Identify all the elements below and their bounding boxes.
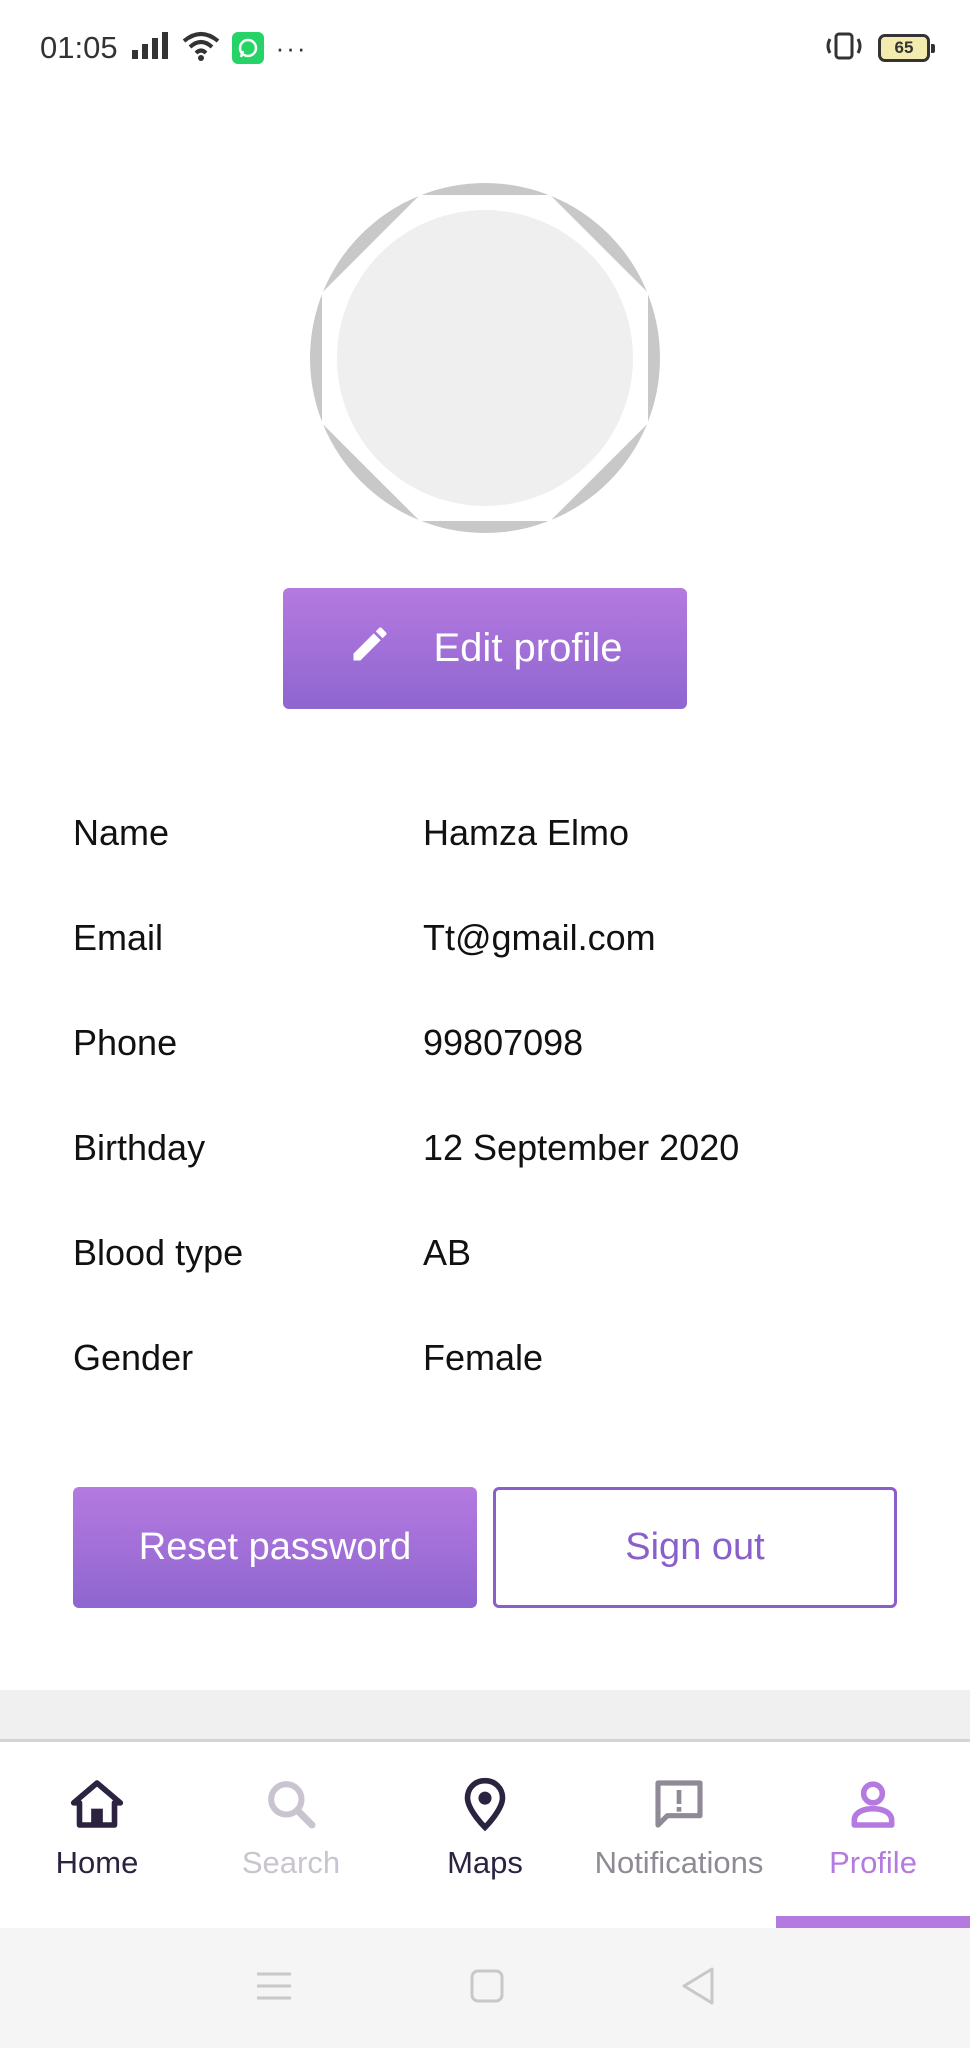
info-row-gender: Gender Female bbox=[73, 1305, 903, 1410]
info-label: Blood type bbox=[73, 1231, 244, 1273]
status-time: 01:05 bbox=[40, 30, 118, 65]
nav-label-maps: Maps bbox=[447, 1845, 523, 1880]
back-icon[interactable] bbox=[680, 1966, 716, 2011]
sign-out-button[interactable]: Sign out bbox=[493, 1487, 897, 1608]
info-label: Email bbox=[73, 916, 164, 958]
info-label: Phone bbox=[73, 1021, 178, 1063]
info-value: Female bbox=[423, 1336, 544, 1378]
reset-password-button[interactable]: Reset password bbox=[73, 1487, 477, 1608]
info-row-blood-type: Blood type AB bbox=[73, 1200, 903, 1305]
avatar[interactable] bbox=[310, 183, 660, 533]
more-dots-icon: ··· bbox=[275, 32, 308, 63]
info-label: Gender bbox=[73, 1336, 194, 1378]
vibrate-icon bbox=[824, 31, 864, 66]
edit-profile-button[interactable]: Edit profile bbox=[283, 588, 687, 709]
info-value: Hamza Elmo bbox=[423, 811, 630, 853]
nav-item-search[interactable]: Search bbox=[194, 1745, 388, 1928]
nav-item-home[interactable]: Home bbox=[0, 1745, 194, 1928]
nav-item-profile[interactable]: Profile bbox=[776, 1745, 970, 1928]
status-bar: 01:05 ··· 65 bbox=[0, 0, 970, 96]
info-value: 12 September 2020 bbox=[423, 1126, 740, 1168]
home-icon bbox=[68, 1775, 126, 1833]
system-nav-bar bbox=[0, 1928, 970, 2048]
info-label: Birthday bbox=[73, 1126, 206, 1168]
nav-label-home: Home bbox=[55, 1845, 139, 1880]
whatsapp-icon bbox=[231, 32, 264, 64]
info-value: Tt@gmail.com bbox=[423, 916, 656, 958]
pencil-icon bbox=[348, 622, 392, 676]
battery-icon: 65 bbox=[878, 34, 935, 62]
profile-icon bbox=[844, 1775, 902, 1833]
info-value: AB bbox=[423, 1231, 472, 1273]
bottom-nav: Home Search Maps Notifications Profile bbox=[0, 1745, 970, 1928]
info-row-birthday: Birthday 12 September 2020 bbox=[73, 1095, 903, 1200]
signal-icon bbox=[130, 31, 170, 65]
nav-active-indicator bbox=[776, 1916, 970, 1928]
nav-label-search: Search bbox=[241, 1845, 341, 1880]
nav-item-notifications[interactable]: Notifications bbox=[582, 1745, 776, 1928]
content-divider bbox=[0, 1690, 970, 1742]
wifi-icon bbox=[182, 31, 220, 66]
edit-profile-label: Edit profile bbox=[433, 626, 623, 670]
status-right: 65 bbox=[824, 31, 935, 66]
nav-item-maps[interactable]: Maps bbox=[388, 1745, 582, 1928]
avatar-placeholder bbox=[337, 210, 633, 506]
status-left: 01:05 ··· bbox=[40, 30, 308, 66]
info-row-name: Name Hamza Elmo bbox=[73, 780, 903, 885]
home-square-icon[interactable] bbox=[469, 1968, 505, 2009]
info-value: 99807098 bbox=[423, 1021, 584, 1063]
notifications-icon bbox=[650, 1775, 708, 1833]
profile-info-list: Name Hamza Elmo Email Tt@gmail.com Phone… bbox=[73, 780, 903, 1410]
info-row-email: Email Tt@gmail.com bbox=[73, 885, 903, 990]
info-row-phone: Phone 99807098 bbox=[73, 990, 903, 1095]
menu-icon[interactable] bbox=[254, 1969, 294, 2008]
nav-label-profile: Profile bbox=[829, 1845, 917, 1880]
search-icon bbox=[262, 1775, 320, 1833]
info-label: Name bbox=[73, 811, 170, 853]
nav-label-notifications: Notifications bbox=[594, 1845, 764, 1880]
map-pin-icon bbox=[456, 1775, 514, 1833]
